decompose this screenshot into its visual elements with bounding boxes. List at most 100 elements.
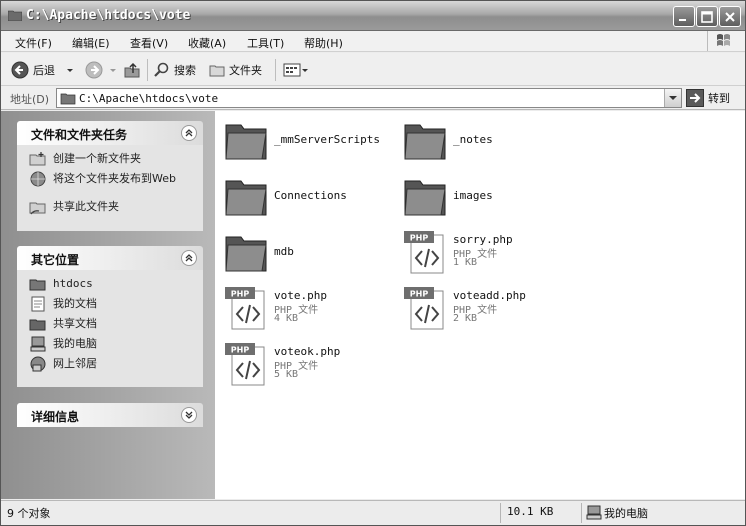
php-file-item[interactable]: PHP voteadd.php PHP 文件 2 KB: [396, 283, 566, 333]
address-path: C:\Apache\htdocs\vote: [79, 92, 219, 105]
go-label: 转到: [708, 92, 730, 105]
title-bar[interactable]: C:\Apache\htdocs\vote: [1, 1, 745, 31]
up-folder-icon: [124, 62, 140, 77]
task-publish-web[interactable]: 将这个文件夹发布到Web: [17, 171, 203, 199]
place-shared-documents[interactable]: 共享文档: [17, 316, 203, 336]
folder-icon: [29, 279, 46, 291]
panel-header[interactable]: 文件和文件夹任务: [17, 121, 203, 145]
views-button[interactable]: [283, 53, 309, 86]
folder-item[interactable]: Connections: [217, 171, 387, 221]
explorer-window: C:\Apache\htdocs\vote 文件(F) 编辑(E) 查看(V) …: [0, 0, 746, 526]
folder-item[interactable]: _notes: [396, 115, 566, 165]
toolbar-divider: [275, 59, 276, 81]
back-label: 后退: [33, 63, 55, 77]
folder-icon: [225, 124, 267, 160]
publish-web-icon: [30, 171, 46, 187]
minimize-button[interactable]: [673, 6, 695, 27]
status-object-count: 9 个对象: [7, 507, 51, 520]
php-badge-text: PHP: [231, 290, 250, 299]
place-label: 共享文档: [53, 317, 97, 330]
close-button[interactable]: [719, 6, 741, 27]
php-file-icon: PHP: [225, 343, 265, 386]
task-label: 将这个文件夹发布到Web: [53, 172, 176, 185]
chevron-down-icon[interactable]: [301, 65, 309, 75]
panel-header[interactable]: 其它位置: [17, 246, 203, 270]
collapse-button[interactable]: [181, 250, 197, 266]
close-icon: [725, 12, 735, 22]
panel-title: 其它位置: [31, 253, 80, 267]
task-share-folder[interactable]: 共享此文件夹: [17, 199, 203, 219]
menu-file[interactable]: 文件(F): [15, 35, 52, 51]
php-badge-text: PHP: [410, 234, 429, 243]
views-icon: [283, 63, 301, 76]
task-new-folder[interactable]: 创建一个新文件夹: [17, 151, 203, 171]
folders-button[interactable]: 文件夹: [208, 53, 262, 86]
status-divider: [500, 503, 501, 523]
task-label: 共享此文件夹: [53, 200, 119, 213]
task-pane: 文件和文件夹任务 创建一个新文件夹 将这个文件夹发布到Web 共享此文件夹 其它…: [1, 111, 215, 499]
file-size: 1 KB: [453, 257, 478, 268]
php-file-icon: PHP: [404, 231, 444, 274]
place-htdocs[interactable]: htdocs: [17, 276, 203, 296]
menu-tools[interactable]: 工具(T): [247, 35, 284, 51]
address-label: 地址(D): [10, 93, 50, 106]
menu-view[interactable]: 查看(V): [130, 35, 168, 51]
back-arrow-icon: [11, 61, 29, 78]
php-file-item[interactable]: PHP vote.php PHP 文件 4 KB: [217, 283, 387, 333]
address-input[interactable]: C:\Apache\htdocs\vote: [56, 88, 682, 108]
place-my-computer[interactable]: 我的电脑: [17, 336, 203, 356]
address-dropdown-button[interactable]: [664, 89, 681, 107]
place-network-places[interactable]: 网上邻居: [17, 356, 203, 376]
back-button[interactable]: 后退: [11, 53, 75, 86]
folder-icon: [60, 93, 76, 105]
go-button[interactable]: 转到: [686, 88, 741, 108]
file-list-view[interactable]: _mmServerScripts _notes Connections imag…: [215, 111, 745, 499]
php-badge-text: PHP: [231, 346, 250, 355]
details-panel: 详细信息: [17, 403, 203, 427]
folder-item[interactable]: _mmServerScripts: [217, 115, 387, 165]
panel-header[interactable]: 详细信息: [17, 403, 203, 427]
chevron-down-icon[interactable]: [65, 65, 75, 75]
folder-icon: [225, 236, 267, 272]
panel-title: 详细信息: [31, 410, 80, 424]
menu-help[interactable]: 帮助(H): [304, 35, 343, 51]
chevron-down-icon[interactable]: [108, 65, 118, 75]
forward-button[interactable]: [85, 53, 118, 86]
address-bar: 地址(D) C:\Apache\htdocs\vote 转到: [1, 86, 745, 110]
go-arrow-icon: [686, 89, 704, 107]
status-bar: 9 个对象 10.1 KB 我的电脑: [1, 500, 745, 525]
status-size: 10.1 KB: [507, 505, 554, 518]
other-places-panel: 其它位置 htdocs 我的文档 共享文档 我的电脑 网上邻居: [17, 246, 203, 387]
php-file-item[interactable]: PHP sorry.php PHP 文件 1 KB: [396, 227, 566, 277]
my-computer-icon: [30, 336, 46, 352]
file-size: 5 KB: [274, 369, 299, 380]
chevron-down-icon: [669, 96, 677, 100]
maximize-button[interactable]: [696, 6, 718, 27]
toolbar: 后退 搜索 文件夹: [1, 53, 745, 86]
folder-icon: [225, 180, 267, 216]
file-size: 2 KB: [453, 313, 478, 324]
folder-item[interactable]: mdb: [217, 227, 387, 277]
menu-bar: 文件(F) 编辑(E) 查看(V) 收藏(A) 工具(T) 帮助(H): [1, 31, 745, 52]
menu-favorites[interactable]: 收藏(A): [188, 35, 226, 51]
php-file-item[interactable]: PHP voteok.php PHP 文件 5 KB: [217, 339, 387, 389]
file-name: _notes: [453, 133, 493, 146]
window-title: C:\Apache\htdocs\vote: [26, 8, 191, 23]
chevron-down-icon: [185, 411, 193, 419]
windows-logo-icon: [707, 31, 737, 51]
folders-label: 文件夹: [229, 63, 262, 77]
status-location: 我的电脑: [604, 507, 648, 520]
task-label: 创建一个新文件夹: [53, 152, 141, 165]
maximize-icon: [701, 11, 713, 23]
folder-item[interactable]: images: [396, 171, 566, 221]
expand-button[interactable]: [181, 407, 197, 423]
search-button[interactable]: 搜索: [153, 53, 196, 86]
forward-arrow-icon: [85, 61, 103, 78]
network-places-icon: [30, 356, 46, 372]
place-my-documents[interactable]: 我的文档: [17, 296, 203, 316]
menu-edit[interactable]: 编辑(E): [72, 35, 110, 51]
collapse-button[interactable]: [181, 125, 197, 141]
place-label: 网上邻居: [53, 357, 97, 370]
up-folder-button[interactable]: [123, 53, 141, 86]
chevron-up-icon: [185, 254, 193, 262]
